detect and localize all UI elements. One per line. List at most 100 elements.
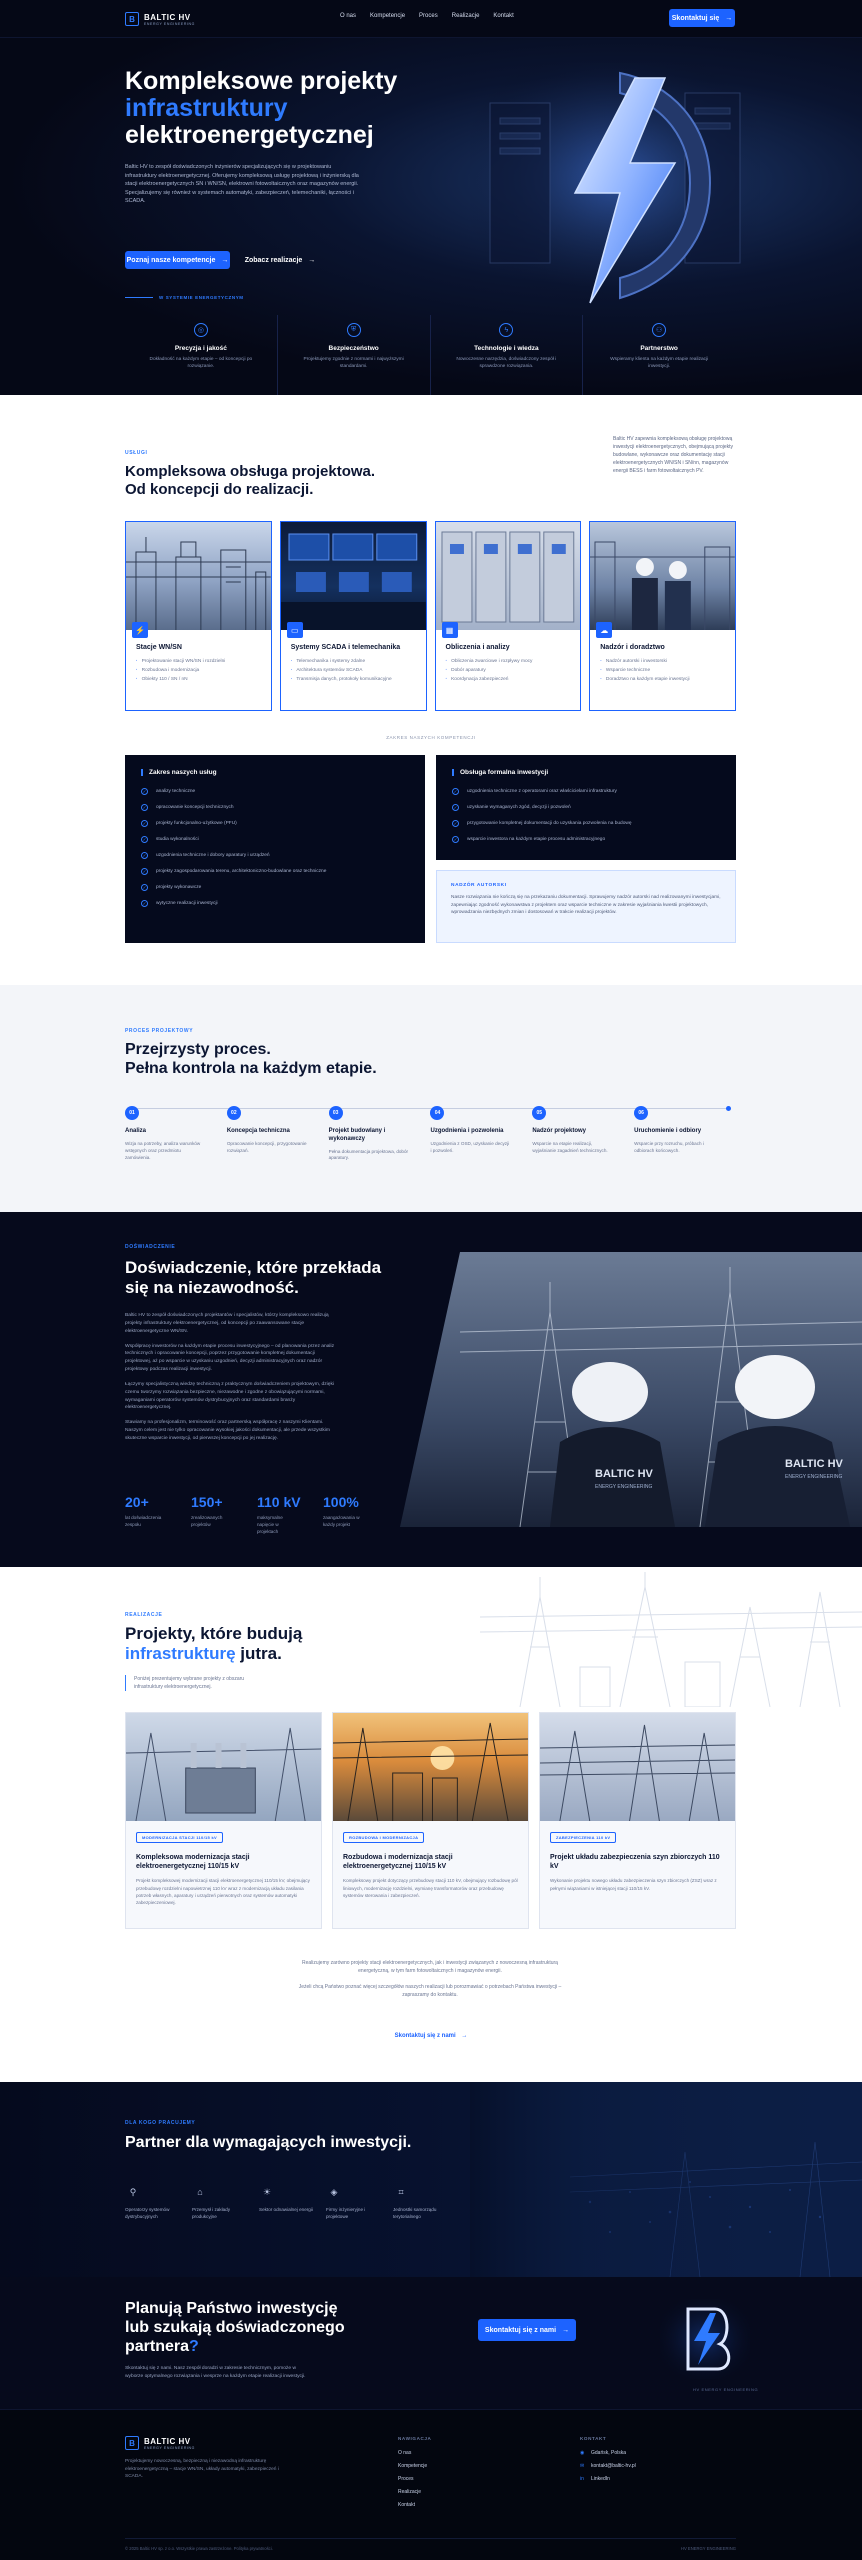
footer-contact-heading: KONTAKT [580,2436,607,2441]
service-card[interactable]: ☁ Nadzór i doradztwo Nadzór autorski i i… [589,521,736,711]
check-icon: ✓ [141,900,148,907]
competences-button[interactable]: Poznaj nasze kompetencje → [125,251,230,269]
partner-item: ⌂ Przemysł i zakłady produkcyjne [192,2182,246,2221]
projects-note: Realizujemy zarówno projekty stacji elek… [290,1959,570,2007]
arrow-right-icon: → [308,256,316,264]
grid-icon: ⚲ [129,2187,137,2197]
list-item: ✓ uzyskanie wymaganych zgód, decyzji i po… [452,804,720,811]
list-item: ✓ przygotowanie kompletnej dokumentacji d… [452,820,720,827]
project-cards: MODERNIZACJA STACJI 110/15 kV Kompleksow… [125,1712,736,1929]
footer-contact-item[interactable]: ✉ kontakt@baltic-hv.pl [580,2463,636,2469]
list-item-text: projekty funkcjonalno-użytkowe (PFU) [156,821,237,826]
investor-icon: ◈ [330,2187,338,2197]
logo[interactable]: B BALTIC HV ENERGY ENGINEERING [125,10,235,28]
service-card[interactable]: ▭ Systemy SCADA i telemechanika Telemech… [279,521,427,711]
arrow-right-icon: → [725,14,733,22]
supervision-panel: NADZÓR AUTORSKI Nasze rozwiązania nie ko… [436,870,736,943]
feature-item: ⚇ Partnerstwo Wspieramy klienta na każdy… [582,315,735,395]
partner-label: DLA KOGO PRACUJEMY [125,2120,196,2126]
step-title: Analiza [125,1128,147,1134]
hero-lightning-visual [470,63,760,313]
realizations-button[interactable]: Zobacz realizacje → [240,251,320,269]
process-step: 03 Projekt budowlany i wykonawczy Pełna … [328,1101,431,1162]
footer-contact-item[interactable]: in LinkedIn [580,2476,636,2482]
feature-title: Partnerstwo [640,345,678,352]
site-header: B BALTIC HV ENERGY ENGINEERING O nas Kom… [0,0,862,38]
stat-value: 20+ [125,1494,149,1510]
experience-paragraph: Baltic HV to zespół doświadczonych proje… [125,1313,329,1334]
list-item: ✓ studia wykonalności [141,836,409,843]
project-card[interactable]: ZABEZPIECZENIA 110 kV Projekt układu zab… [539,1712,736,1929]
partner-item-text: Przemysł i zakłady produkcyjne [192,2207,231,2219]
footer-nav-link[interactable]: Proces [398,2476,431,2482]
supervision-title: NADZÓR AUTORSKI [451,883,507,888]
nav-kompetencje[interactable]: Kompetencje [370,13,405,19]
footer-nav: NAWIGACJA O nas Kompetencje Proces Reali… [398,2436,431,2515]
project-card[interactable]: ROZBUDOWA I MODERNIZACJA Rozbudowa i mod… [332,1712,529,1929]
realizations-button-label: Zobacz realizacje [244,256,303,264]
stat-item: 110 kV maksymalne napięcie w projektach [257,1494,301,1536]
check-icon: ✓ [141,868,148,875]
list-item: Rozbudowa i modernizacja [136,668,271,673]
cloud-icon: ☁ [596,622,613,638]
process-title: Przejrzysty proces. Pełna kontrola na ka… [125,1040,377,1078]
service-card[interactable]: ▦ Obliczenia i analizy Obliczenia zwarci… [434,521,582,711]
project-card[interactable]: MODERNIZACJA STACJI 110/15 kV Kompleksow… [125,1712,322,1929]
nav-kontakt[interactable]: Kontakt [493,13,513,19]
project-photo [539,1713,736,1822]
feature-desc: Nowoczesne narzędzia, doświadczony zespó… [456,357,557,370]
substation-icon: ⚡ [132,622,148,638]
experience-title: Doświadczenie, które przekłada się na ni… [125,1258,425,1299]
check-icon: ✓ [141,852,148,859]
experience-paragraph: Współpracę inwestorów na każdym etapie p… [125,1343,335,1373]
nav-proces[interactable]: Proces [419,13,438,19]
footer-contact-item[interactable]: ◉ Gdańsk, Polska [580,2450,636,2456]
nav-realizacje[interactable]: Realizacje [452,13,480,19]
footer-nav-link[interactable]: Kontakt [398,2502,431,2508]
process-step: 06 Uruchomienie i odbiory Wsparcie przy … [634,1101,736,1162]
project-title: Projekt układu zabezpieczenia szyn zbior… [550,1854,720,1871]
linkedin-icon: in [580,2476,584,2482]
list-item: ✓ uzgodnienia techniczne i dobory aparatu… [141,852,409,859]
cta-title-line3: partnera [125,2338,190,2356]
list-item: Architektura systemów SCADA [291,668,426,673]
step-number: 02 [226,1106,241,1120]
systems-label-row: W SYSTEMIE ENERGETYCZNYM [125,295,244,300]
service-card-title: Obliczenia i analizy [445,644,510,651]
service-card[interactable]: ⚡ Stacje WN/SN Projektowanie stacji WN/S… [125,521,272,711]
partner-items: ⚲ Operatorzy systemów dystrybucyjnych ⌂ … [125,2182,447,2221]
footer-logo[interactable]: B BALTIC HV ENERGY ENGINEERING [125,2436,195,2450]
services-title: Kompleksowa obsługa projektowa. Od konce… [125,463,375,499]
scope-panel: Zakres naszych usług ✓ analizy techniczne… [125,755,425,943]
projects-label: REALIZACJE [125,1612,163,1618]
switchgear-illustration [440,531,574,623]
footer-contact: KONTAKT ◉ Gdańsk, Polska ✉ kontakt@baltic-… [580,2436,636,2489]
monitor-icon: ▭ [286,622,303,638]
header-contact-button[interactable]: Skontaktuj się → [669,9,735,27]
cta-desc: Skontaktuj się z nami. Nasz zespół dorad… [125,2366,306,2379]
nav-o-nas[interactable]: O nas [340,13,356,19]
list-item-text: uzyskanie wymaganych zgód, decyzji i poz… [467,805,571,810]
stat-item: 150+ zrealizowanych projektów [191,1494,235,1536]
cta-contact-button[interactable]: Skontaktuj się z nami → [478,2319,576,2341]
check-icon: ✓ [141,820,148,827]
step-number: 03 [328,1106,343,1120]
engineers-photo: ☁ [590,522,735,638]
stat-value: 110 kV [257,1494,301,1510]
projects-contact-link[interactable]: Skontaktuj się z nami → [0,2033,862,2039]
projects-title: Projekty, które budują infrastrukturę ju… [125,1624,302,1665]
step-title: Projekt budowlany i wykonawczy [328,1128,386,1142]
shield-icon: ⛨ [346,323,361,337]
list-item-text: analizy techniczne [156,789,196,794]
footer-nav-link[interactable]: O nas [398,2450,431,2456]
project-tag: MODERNIZACJA STACJI 110/15 kV [136,1832,223,1843]
footer-nav-link[interactable]: Realizacje [398,2489,431,2495]
services-title-line1: Kompleksowa obsługa projektowa. [125,463,376,480]
projects-section: REALIZACJE Projekty, które budują infras… [0,1567,862,2082]
footer-nav-link[interactable]: Kompetencje [398,2463,431,2469]
list-item: ✓ wytyczne realizacji inwestycji [141,900,409,907]
step-desc: Wizja na potrzeby, analiza warunków wstę… [125,1140,201,1160]
project-title: Kompleksowa modernizacja stacji elektroe… [136,1854,250,1871]
feature-title: Technologie i wiedza [474,345,539,352]
substation-illustration [126,537,271,630]
